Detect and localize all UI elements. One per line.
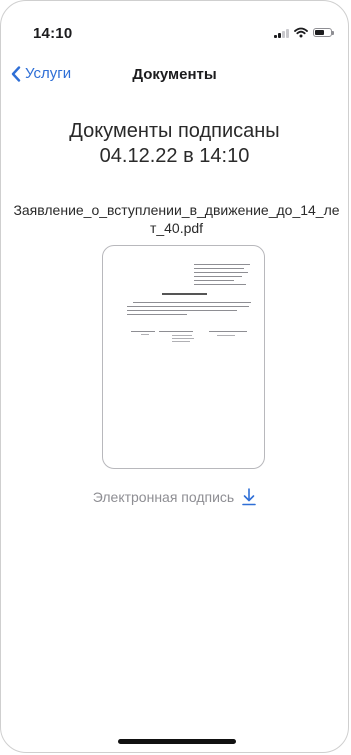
chevron-left-icon bbox=[11, 65, 21, 82]
battery-icon bbox=[313, 28, 334, 37]
file-name: Заявление_о_вступлении_в_движение_до_14_… bbox=[13, 202, 340, 236]
status-time: 14:10 bbox=[33, 25, 73, 42]
signed-status-text: Документы подписаны bbox=[69, 120, 280, 142]
status-bar: 14:10 bbox=[1, 1, 348, 51]
back-button[interactable]: Услуги bbox=[11, 65, 71, 82]
signed-status: Документы подписаны 04.12.22 в 14:10 bbox=[1, 119, 348, 169]
signal-icon bbox=[274, 28, 289, 38]
document-preview[interactable] bbox=[102, 245, 265, 469]
status-icons bbox=[274, 27, 334, 38]
home-indicator[interactable] bbox=[118, 739, 236, 744]
wifi-icon bbox=[294, 27, 308, 38]
phone-screen: 14:10 Услуги Документы Документы подписа… bbox=[0, 0, 349, 753]
signed-date: 04.12.22 в 14:10 bbox=[99, 145, 250, 167]
document-thumbnail bbox=[117, 258, 252, 458]
signature-label: Электронная подпись bbox=[92, 489, 235, 505]
back-label: Услуги bbox=[25, 65, 72, 82]
download-icon[interactable] bbox=[242, 488, 257, 506]
signature-row: Электронная подпись bbox=[1, 488, 348, 506]
